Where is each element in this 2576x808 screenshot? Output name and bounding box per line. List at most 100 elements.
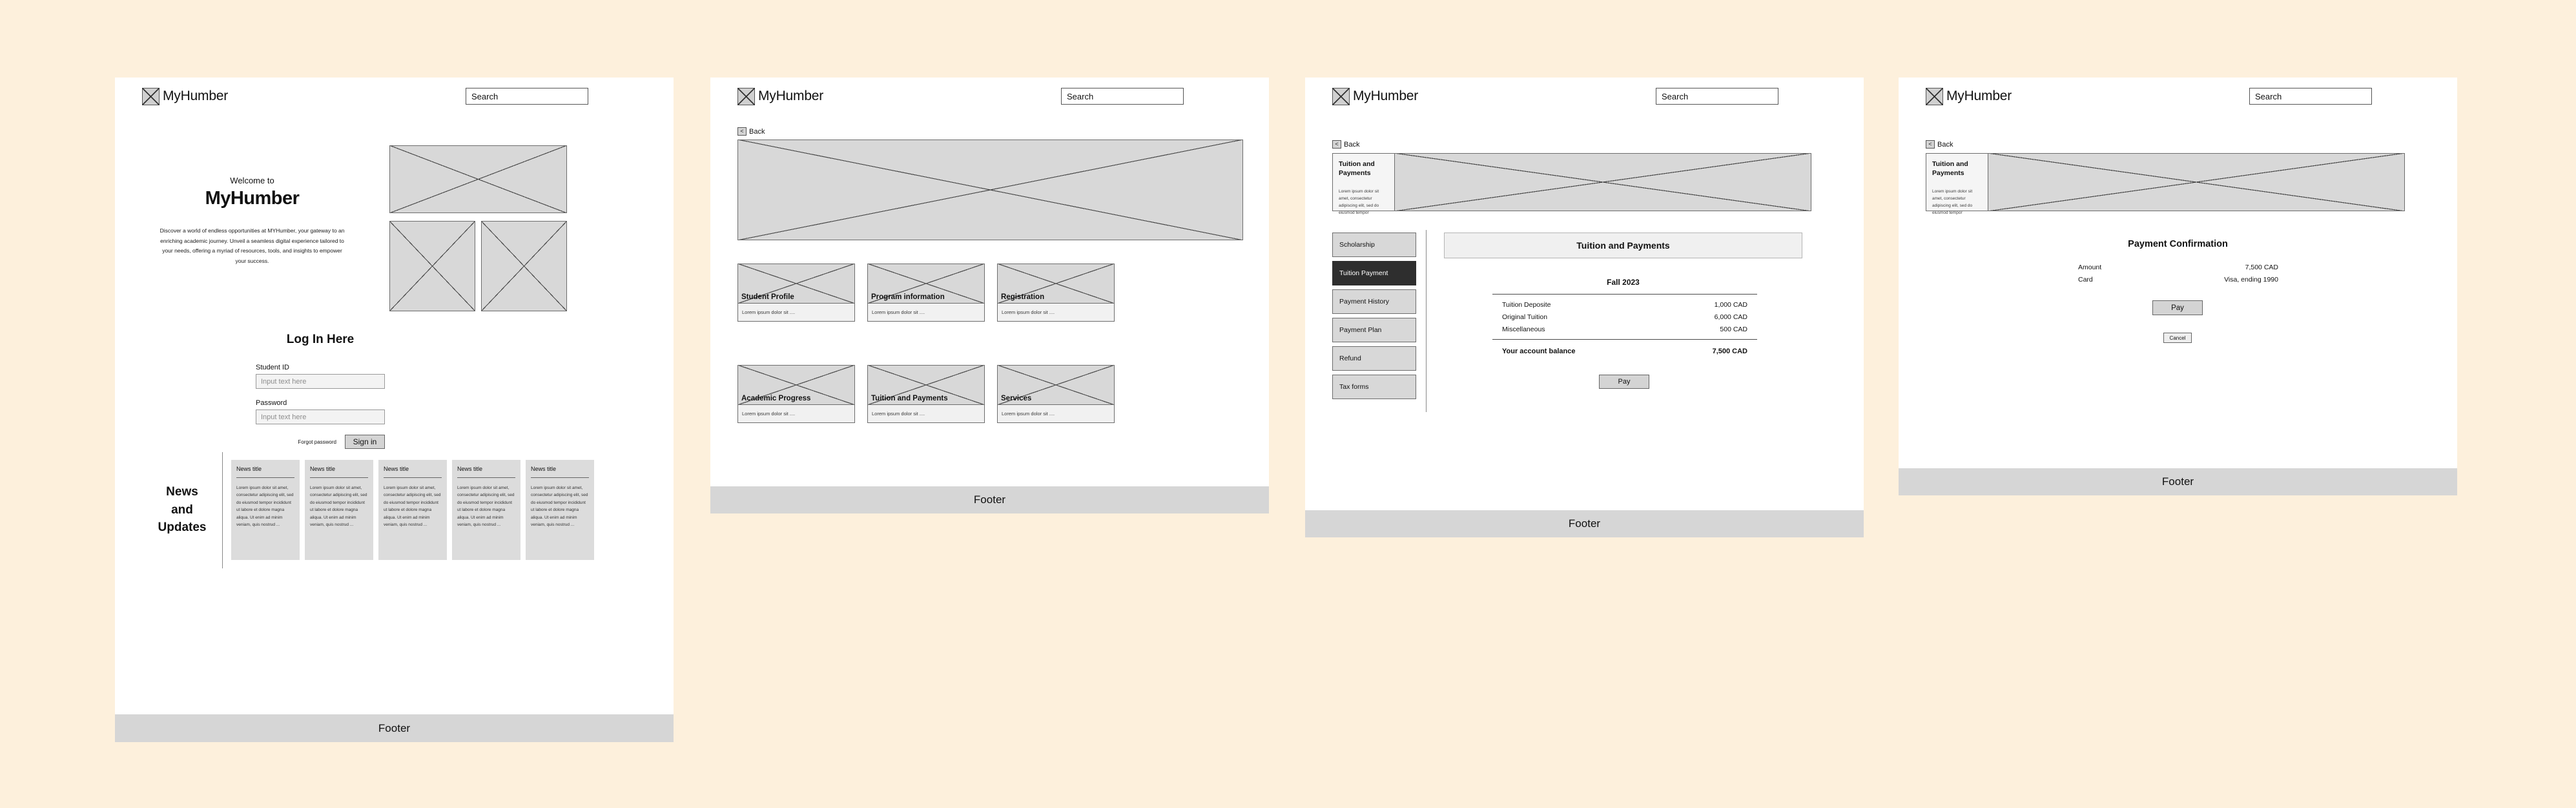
footer: Footer [115, 714, 674, 742]
news-card-title: News title [310, 466, 336, 472]
news-card-rule [384, 477, 442, 478]
screen-payment-confirmation: MyHumber Search < Back Tuition and Payme… [1899, 78, 2457, 495]
screen-dashboard: MyHumber Search < Back Student Profile L… [710, 78, 1269, 513]
chevron-left-icon: < [737, 127, 747, 136]
line-item-label: Original Tuition [1502, 313, 1548, 321]
pay-button[interactable]: Pay [1599, 375, 1649, 389]
tile-image: Program information [867, 264, 985, 304]
pay-button[interactable]: Pay [2152, 300, 2203, 315]
search-input[interactable]: Search [1656, 88, 1778, 105]
hero-image-right [481, 221, 567, 311]
page-hero: Tuition and Payments Lorem ipsum dolor s… [1926, 153, 2405, 215]
tile-title: Registration [1001, 293, 1045, 301]
account-balance-row: Your account balance 7,500 CAD [1502, 347, 1747, 355]
tile-services[interactable]: Services Lorem ipsum dolor sit .... [997, 365, 1115, 423]
confirmation-row-card: Card Visa, ending 1990 [2078, 276, 2278, 284]
screen1-topbar: MyHumber Search [115, 78, 674, 115]
screen4-topbar: MyHumber Search [1899, 78, 2457, 115]
news-section-label: News and Updates [143, 483, 221, 537]
tile-image: Services [997, 365, 1115, 405]
table-row: Original Tuition 6,000 CAD [1502, 313, 1747, 321]
news-card-body: Lorem ipsum dolor sit amet, consectetur … [310, 486, 367, 527]
brand-name: MyHumber [758, 88, 824, 103]
sidenav-item-label: Payment History [1339, 298, 1390, 306]
line-item-label: Miscellaneous [1502, 326, 1545, 333]
sidenav-item-label: Tuition Payment [1339, 269, 1388, 277]
sidenav-item-tax-forms[interactable]: Tax forms [1332, 375, 1416, 399]
tile-description: Lorem ipsum dolor sit .... [737, 405, 855, 423]
page-hero: Tuition and Payments Lorem ipsum dolor s… [1332, 153, 1811, 215]
hero-image [1395, 153, 1811, 211]
news-card-rule [310, 477, 368, 478]
tile-student-profile[interactable]: Student Profile Lorem ipsum dolor sit ..… [737, 264, 855, 322]
news-card[interactable]: News title Lorem ipsum dolor sit amet, c… [305, 460, 373, 560]
password-input[interactable]: Input text here [256, 409, 385, 424]
search-input[interactable]: Search [466, 88, 588, 105]
term-label: Fall 2023 [1607, 278, 1640, 287]
table-rule-bottom [1492, 339, 1757, 340]
line-item-amount: 6,000 CAD [1714, 313, 1747, 321]
news-card-title: News title [384, 466, 409, 472]
news-card-body: Lorem ipsum dolor sit amet, consectetur … [236, 486, 294, 527]
news-card[interactable]: News title Lorem ipsum dolor sit amet, c… [452, 460, 520, 560]
tile-description: Lorem ipsum dolor sit .... [737, 304, 855, 322]
news-card[interactable]: News title Lorem ipsum dolor sit amet, c… [378, 460, 447, 560]
tile-program-information[interactable]: Program information Lorem ipsum dolor si… [867, 264, 985, 322]
account-balance-label: Your account balance [1502, 347, 1576, 355]
tile-title: Program information [871, 293, 945, 301]
hero-title: Tuition and Payments [1339, 160, 1375, 177]
back-button[interactable]: < Back [1926, 140, 1953, 149]
back-button[interactable]: < Back [737, 127, 765, 136]
back-button[interactable]: < Back [1332, 140, 1359, 149]
tile-image: Tuition and Payments [867, 365, 985, 405]
student-id-input[interactable]: Input text here [256, 374, 385, 389]
sidenav-item-payment-history[interactable]: Payment History [1332, 289, 1416, 314]
brand[interactable]: MyHumber [1926, 87, 2012, 105]
brand-name: MyHumber [163, 88, 229, 103]
screen-tuition-and-payments: MyHumber Search < Back Tuition and Payme… [1305, 78, 1864, 537]
logo-placeholder-icon [1926, 87, 1943, 105]
logo-placeholder-icon [142, 87, 160, 105]
brand[interactable]: MyHumber [142, 87, 229, 105]
password-label: Password [256, 399, 287, 407]
tile-image: Student Profile [737, 264, 855, 304]
news-card-rule [531, 477, 589, 478]
brand[interactable]: MyHumber [1332, 87, 1418, 105]
news-card[interactable]: News title Lorem ipsum dolor sit amet, c… [231, 460, 300, 560]
forgot-password-link[interactable]: Forgot password [298, 439, 336, 445]
footer: Footer [1899, 468, 2457, 495]
tile-image: Academic Progress [737, 365, 855, 405]
news-card-body: Lorem ipsum dolor sit amet, consectetur … [531, 486, 588, 527]
dashboard-banner-image [737, 140, 1243, 240]
account-balance-amount: 7,500 CAD [1712, 347, 1747, 355]
confirmation-row-value: Visa, ending 1990 [2224, 276, 2278, 284]
hero-image-large [389, 145, 567, 213]
confirmation-title: Payment Confirmation [2128, 239, 2228, 249]
brand[interactable]: MyHumber [737, 87, 824, 105]
news-card[interactable]: News title Lorem ipsum dolor sit amet, c… [526, 460, 594, 560]
tile-description: Lorem ipsum dolor sit .... [867, 405, 985, 423]
sidenav-item-label: Scholarship [1339, 241, 1375, 249]
search-input[interactable]: Search [2249, 88, 2372, 105]
tile-registration[interactable]: Registration Lorem ipsum dolor sit .... [997, 264, 1115, 322]
sidenav-item-scholarship[interactable]: Scholarship [1332, 233, 1416, 257]
hero-title: Tuition and Payments [1932, 160, 1968, 177]
sidenav-item-refund[interactable]: Refund [1332, 346, 1416, 371]
sidenav-item-label: Payment Plan [1339, 326, 1382, 334]
screen-landing-login: MyHumber Search Welcome to MyHumber Disc… [115, 78, 674, 742]
tile-description: Lorem ipsum dolor sit .... [997, 405, 1115, 423]
tile-description: Lorem ipsum dolor sit .... [867, 304, 985, 322]
cancel-button[interactable]: Cancel [2163, 333, 2192, 343]
tile-tuition-and-payments[interactable]: Tuition and Payments Lorem ipsum dolor s… [867, 365, 985, 423]
sidenav-item-tuition-payment[interactable]: Tuition Payment [1332, 261, 1416, 285]
tile-academic-progress[interactable]: Academic Progress Lorem ipsum dolor sit … [737, 365, 855, 423]
tile-description: Lorem ipsum dolor sit .... [997, 304, 1115, 322]
line-item-amount: 500 CAD [1720, 326, 1747, 333]
sidenav-item-payment-plan[interactable]: Payment Plan [1332, 318, 1416, 342]
search-input[interactable]: Search [1061, 88, 1184, 105]
news-card-body: Lorem ipsum dolor sit amet, consectetur … [384, 486, 441, 527]
student-id-label: Student ID [256, 364, 289, 371]
news-label-line-1: News [166, 485, 198, 499]
sign-in-button[interactable]: Sign in [345, 435, 385, 449]
confirmation-row-label: Card [2078, 276, 2093, 284]
